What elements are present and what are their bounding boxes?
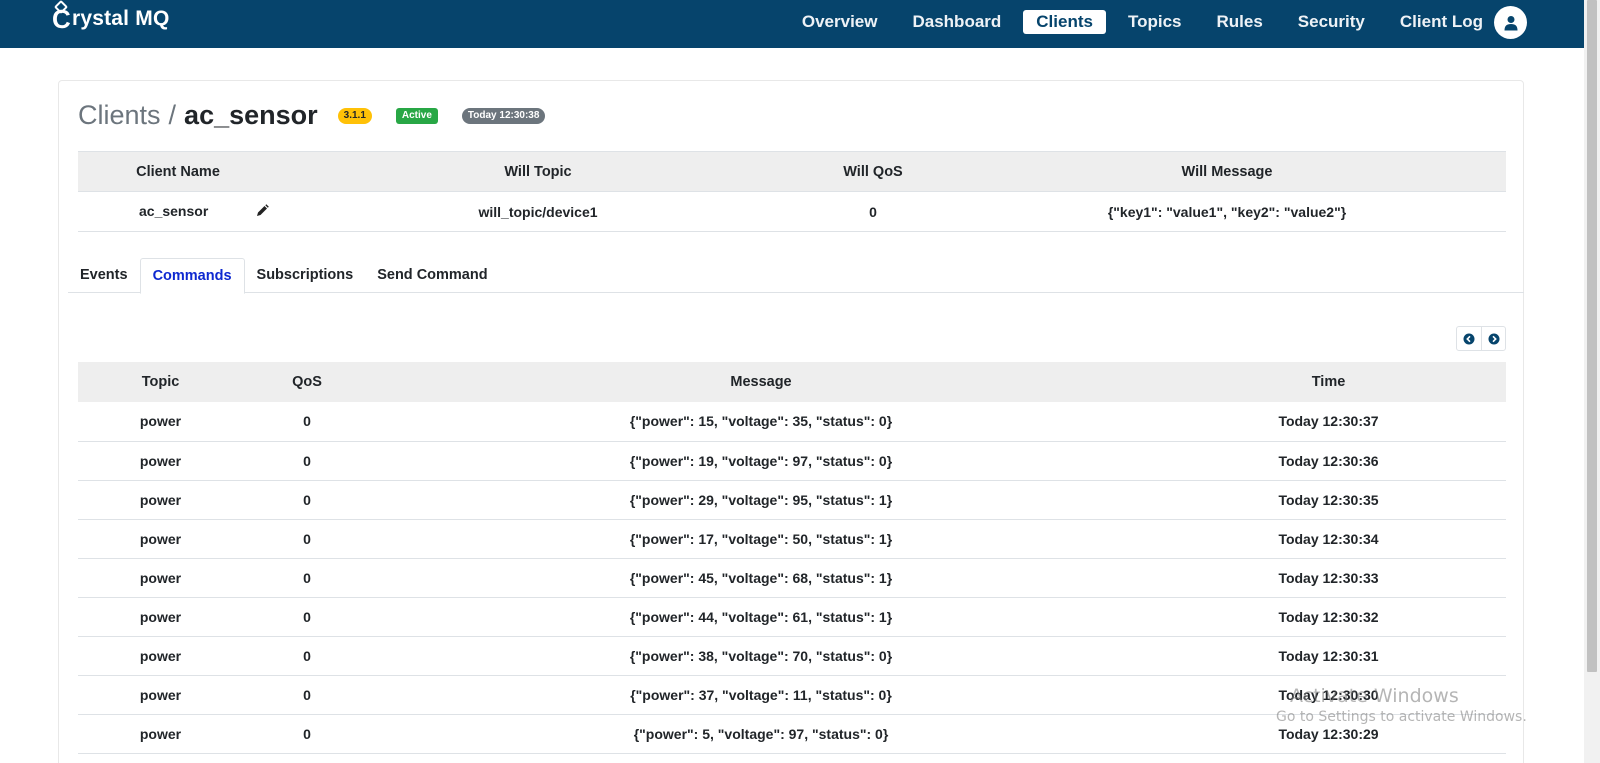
time-cell: Today 12:30:37: [1151, 402, 1506, 442]
client-tabs: Events Commands Subscriptions Send Comma…: [68, 258, 1524, 294]
table-row: power 0 {"power": 45, "voltage": 68, "stat…: [78, 558, 1506, 598]
chevron-right-circle-icon: [1488, 333, 1499, 344]
message-cell: {"power": 19, "voltage": 97, "status": 0…: [371, 441, 1151, 481]
qos-cell: 0: [243, 519, 371, 559]
tab-commands[interactable]: Commands: [139, 258, 245, 294]
nav-clients[interactable]: Clients: [1023, 10, 1106, 34]
message-cell: {"power": 45, "voltage": 68, "status": 1…: [371, 558, 1151, 598]
activation-watermark: Activate Windows Go to Settings to activ…: [1276, 685, 1527, 725]
nav-security[interactable]: Security: [1285, 10, 1378, 34]
topic-cell: power: [78, 480, 243, 520]
time-cell: Today 12:30:35: [1151, 480, 1506, 520]
table-row: power 0 {"power": 29, "voltage": 95, "stat…: [78, 480, 1506, 520]
chevron-left-circle-icon: [1463, 333, 1475, 344]
time-cell: Today 12:30:34: [1151, 519, 1506, 559]
header-will-qos: Will QoS: [798, 151, 948, 192]
brand-logo-letter: C: [52, 4, 71, 34]
topic-cell: power: [78, 519, 243, 559]
nav-overview[interactable]: Overview: [789, 10, 891, 34]
will-message-value: {"key1": "value1", "key2": "value2"}: [948, 191, 1506, 232]
page-title: Clients / ac_sensor 3.1.1 Active Today 1…: [78, 100, 546, 131]
breadcrumb-client-name: ac_sensor: [184, 100, 318, 130]
tab-subscriptions[interactable]: Subscriptions: [245, 258, 366, 293]
topic-cell: power: [78, 636, 243, 676]
message-cell: {"power": 17, "voltage": 50, "status": 1…: [371, 519, 1151, 559]
header-time: Time: [1151, 362, 1506, 402]
will-topic-value: will_topic/device1: [278, 191, 798, 232]
client-name-value: ac_sensor: [139, 202, 209, 219]
next-page-button[interactable]: [1481, 327, 1505, 350]
table-row: power 0 {"power": 44, "voltage": 61, "stat…: [78, 597, 1506, 637]
user-menu-button[interactable]: [1494, 6, 1527, 39]
client-info-table: Client Name Will Topic Will QoS Will Mes…: [78, 151, 1506, 232]
breadcrumb-separator: /: [168, 100, 177, 130]
main-nav: Overview Dashboard Clients Topics Rules …: [780, 10, 1496, 34]
topic-cell: power: [78, 558, 243, 598]
status-badge: Active: [395, 107, 438, 124]
brand-name: rystal MQ: [71, 7, 170, 30]
watermark-title: Activate Windows: [1290, 685, 1459, 707]
topic-cell: power: [78, 441, 243, 481]
table-row: power 0 {"power": 17, "voltage": 50, "stat…: [78, 519, 1506, 559]
nav-topics[interactable]: Topics: [1115, 10, 1195, 34]
tab-send-command[interactable]: Send Command: [365, 258, 499, 293]
nav-rules[interactable]: Rules: [1204, 10, 1276, 34]
qos-cell: 0: [243, 597, 371, 637]
pencil-icon[interactable]: [256, 204, 269, 220]
qos-cell: 0: [243, 714, 371, 754]
time-cell: Today 12:30:32: [1151, 597, 1506, 637]
time-cell: Today 12:30:31: [1151, 636, 1506, 676]
topic-cell: power: [78, 714, 243, 754]
qos-cell: 0: [243, 558, 371, 598]
time-cell: Today 12:30:33: [1151, 558, 1506, 598]
header-message: Message: [371, 362, 1151, 402]
message-cell: {"power": 15, "voltage": 35, "status": 0…: [371, 402, 1151, 442]
page-scrollbar-thumb[interactable]: [1587, 0, 1597, 672]
last-seen-badge: Today 12:30:38: [461, 107, 546, 124]
header-will-message: Will Message: [948, 151, 1506, 192]
pagination-controls: [1456, 326, 1506, 351]
commands-header-row: Topic QoS Message Time: [78, 362, 1506, 402]
qos-cell: 0: [243, 441, 371, 481]
message-cell: {"power": 37, "voltage": 11, "status": 0…: [371, 675, 1151, 715]
table-row: power 0 {"power": 19, "voltage": 97, "stat…: [78, 441, 1506, 481]
brand-logo[interactable]: Crystal MQ: [52, 6, 169, 32]
topic-cell: power: [78, 402, 243, 442]
header-qos: QoS: [243, 362, 371, 402]
header-topic: Topic: [78, 362, 243, 402]
qos-cell: 0: [243, 480, 371, 520]
qos-cell: 0: [243, 675, 371, 715]
topic-cell: power: [78, 675, 243, 715]
will-qos-value: 0: [798, 191, 948, 232]
message-cell: {"power": 5, "voltage": 97, "status": 0}: [371, 714, 1151, 754]
message-cell: {"power": 29, "voltage": 95, "status": 1…: [371, 480, 1151, 520]
header-client-name: Client Name: [78, 151, 278, 192]
nav-dashboard[interactable]: Dashboard: [899, 10, 1014, 34]
table-row: power 0 {"power": 15, "voltage": 35, "stat…: [78, 402, 1506, 442]
topic-cell: power: [78, 597, 243, 637]
qos-cell: 0: [243, 402, 371, 442]
previous-page-button[interactable]: [1457, 327, 1481, 350]
version-badge: 3.1.1: [337, 107, 372, 124]
message-cell: {"power": 38, "voltage": 70, "status": 0…: [371, 636, 1151, 676]
client-info-header-row: Client Name Will Topic Will QoS Will Mes…: [78, 151, 1506, 192]
time-cell: Today 12:30:36: [1151, 441, 1506, 481]
tab-events[interactable]: Events: [68, 258, 140, 293]
header-will-topic: Will Topic: [278, 151, 798, 192]
client-name-cell: ac_sensor: [78, 191, 278, 232]
user-icon: [1504, 15, 1517, 30]
breadcrumb-clients[interactable]: Clients: [78, 100, 161, 131]
qos-cell: 0: [243, 636, 371, 676]
nav-client-log[interactable]: Client Log: [1387, 10, 1496, 34]
table-row: power 0 {"power": 38, "voltage": 70, "stat…: [78, 636, 1506, 676]
message-cell: {"power": 44, "voltage": 61, "status": 1…: [371, 597, 1151, 637]
client-info-row: ac_sensor will_topic/device1 0 {"key1": …: [78, 191, 1506, 232]
watermark-subtitle: Go to Settings to activate Windows.: [1276, 709, 1527, 725]
